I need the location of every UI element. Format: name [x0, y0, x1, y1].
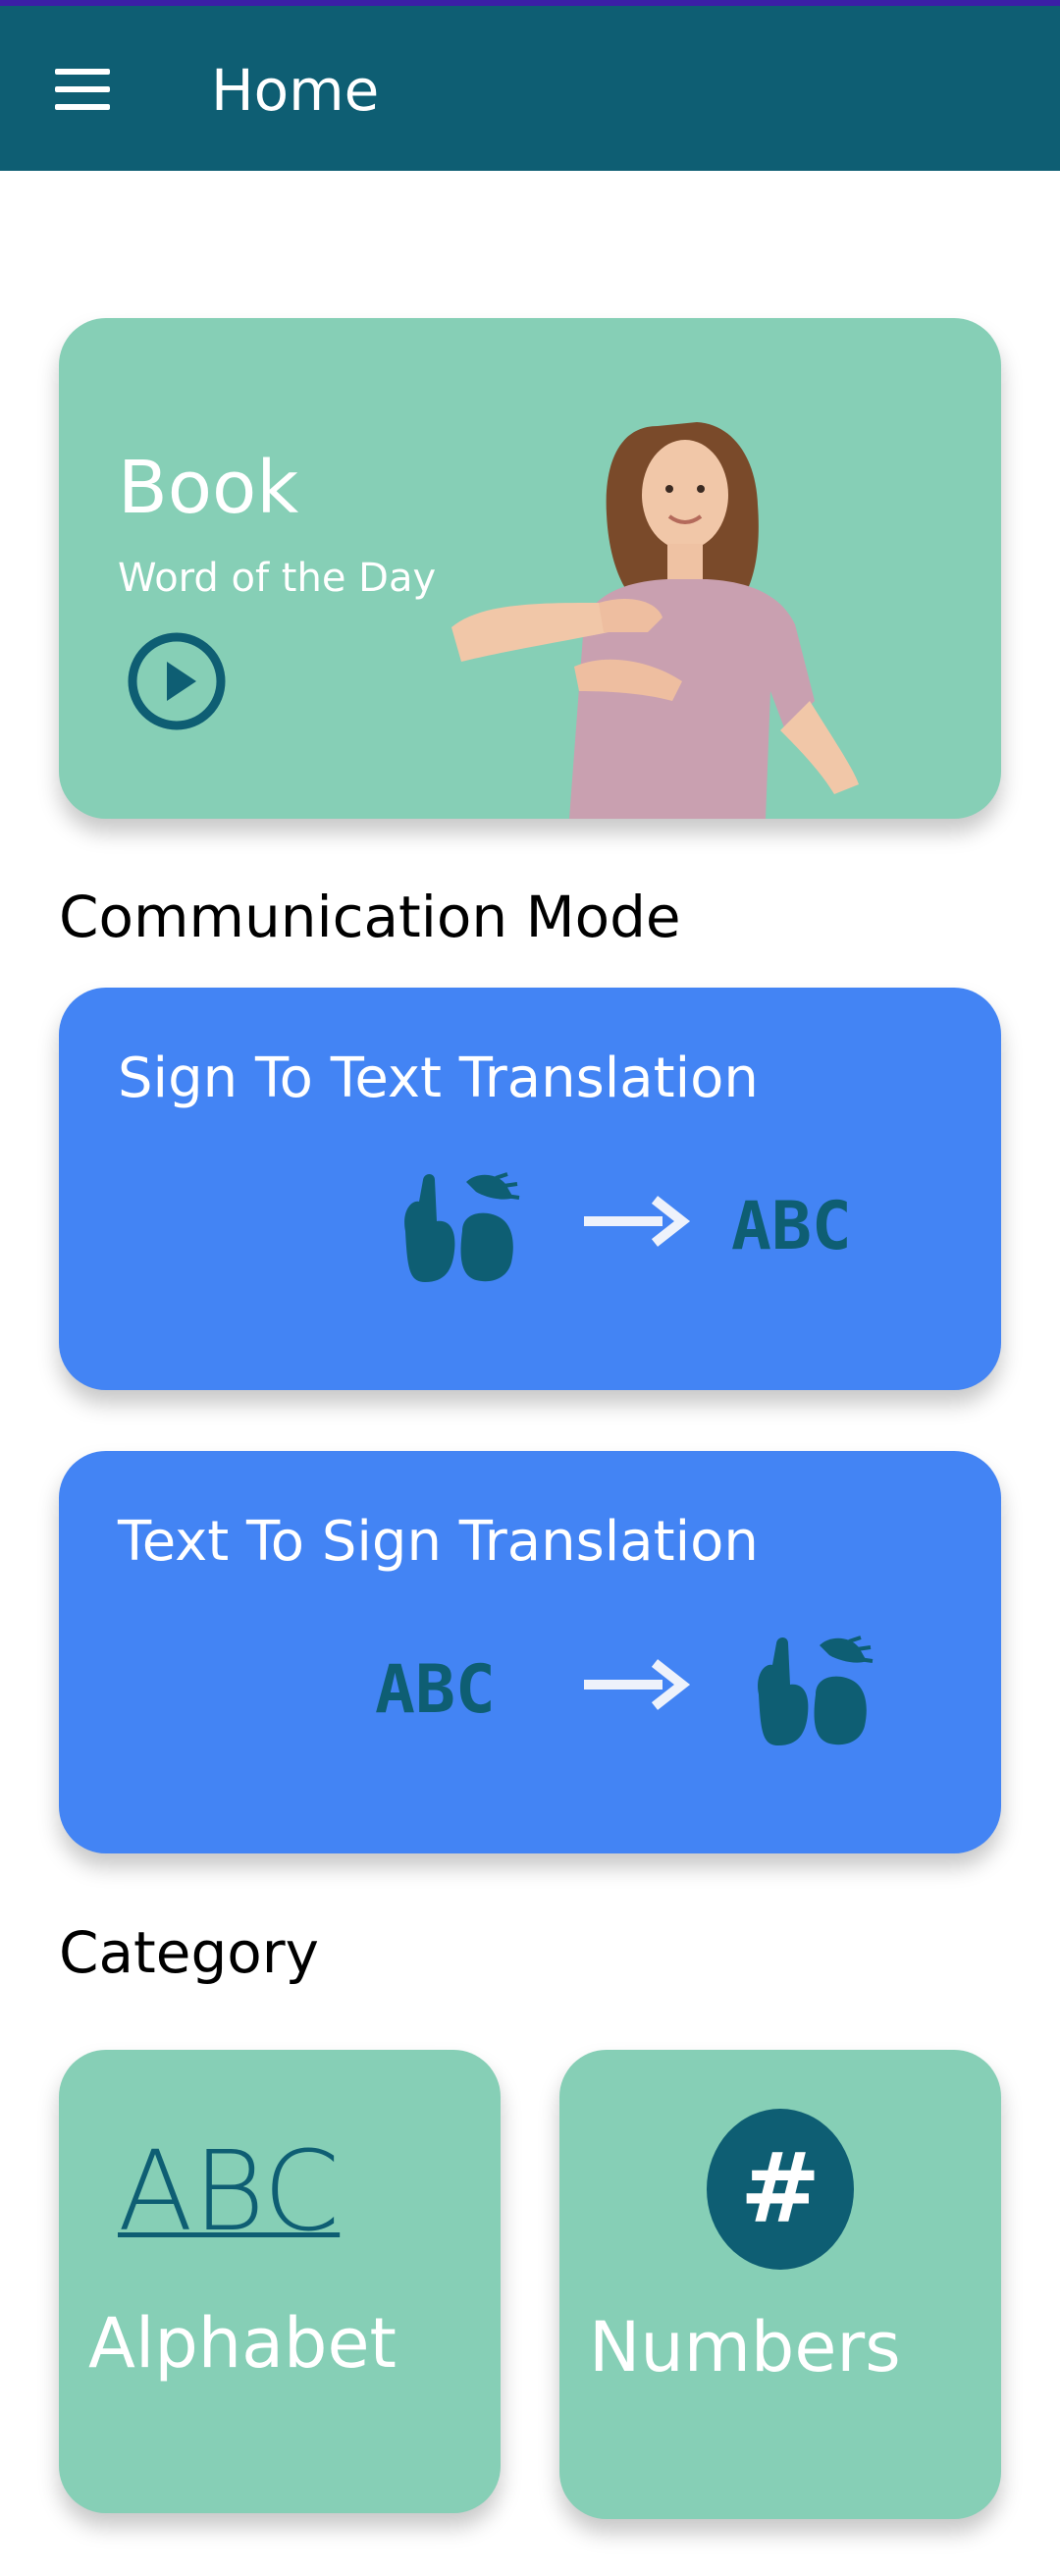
page-title: Home [211, 57, 380, 124]
sign-to-text-card[interactable]: Sign To Text Translation ABC [59, 988, 1001, 1390]
category-heading: Category [59, 1919, 319, 1986]
communication-mode-heading: Communication Mode [59, 884, 681, 950]
word-of-the-day-card[interactable]: Book Word of the Day [59, 318, 1001, 819]
abc-text-icon: ABC [375, 1651, 496, 1729]
sign-hands-icon [404, 1172, 520, 1282]
category-numbers-label: Numbers [589, 2307, 901, 2388]
category-alphabet-card[interactable]: ABC Alphabet [59, 2050, 501, 2513]
play-circle-icon[interactable] [126, 630, 228, 732]
abc-logo-icon: ABC [118, 2128, 341, 2256]
abc-text-icon: ABC [731, 1188, 852, 1265]
sign-to-text-label: Sign To Text Translation [118, 1046, 759, 1110]
hash-icon: # [707, 2109, 854, 2270]
sign-hands-icon [758, 1636, 874, 1745]
text-to-sign-illustration: ABC [375, 1636, 874, 1745]
word-of-the-day-subtitle: Word of the Day [118, 556, 437, 601]
word-of-the-day-word: Book [118, 446, 299, 530]
hamburger-menu-icon[interactable] [43, 61, 122, 130]
sign-to-text-illustration: ABC [404, 1172, 852, 1282]
text-to-sign-card[interactable]: Text To Sign Translation ABC [59, 1451, 1001, 1853]
arrow-right-icon [584, 1196, 691, 1247]
signer-photo [451, 422, 859, 819]
text-to-sign-label: Text To Sign Translation [118, 1510, 759, 1574]
app-bar: Home [0, 6, 1060, 171]
category-alphabet-label: Alphabet [88, 2303, 397, 2384]
category-numbers-card[interactable]: # Numbers [559, 2050, 1001, 2519]
arrow-right-icon [584, 1659, 691, 1710]
